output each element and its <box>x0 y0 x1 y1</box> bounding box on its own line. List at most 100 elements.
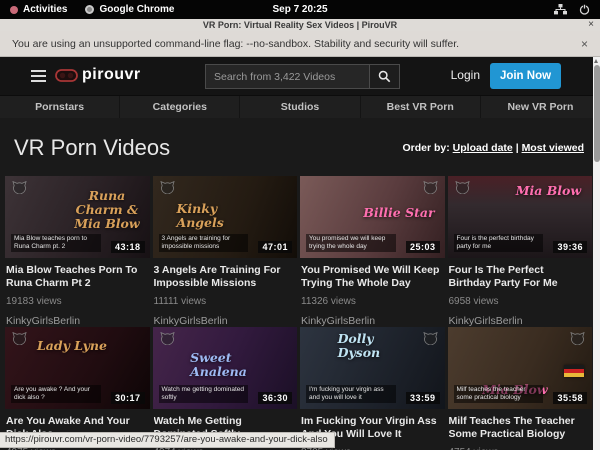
scrollbar-thumb[interactable] <box>594 65 600 162</box>
thumbnail-caption: I'm fucking your virgin ass and you will… <box>306 385 396 403</box>
video-thumbnail[interactable]: Sweet Analena Watch me getting dominated… <box>153 327 298 409</box>
video-thumbnail[interactable]: Billie Star You promised we will keep tr… <box>300 176 445 258</box>
video-title[interactable]: Milf Teaches The Teacher Some Practical … <box>449 415 590 441</box>
video-thumbnail[interactable]: Lady Lyne Are you awake ? And your dick … <box>5 327 150 409</box>
video-title[interactable]: Four Is The Perfect Birthday Party For M… <box>449 264 590 290</box>
duration-badge: 47:01 <box>258 241 292 253</box>
studio-cat-mask-icon <box>423 332 438 345</box>
window-title: VR Porn: Virtual Reality Sex Videos | Pi… <box>203 20 397 30</box>
nav-item-pornstars[interactable]: Pornstars <box>0 96 119 118</box>
video-views: 19183 views <box>6 296 150 307</box>
video-card: Billie Star You promised we will keep tr… <box>300 176 445 327</box>
video-title[interactable]: 3 Angels Are Training For Impossible Mis… <box>154 264 295 290</box>
thumbnail-overlay-title: Sweet Analena <box>190 351 265 379</box>
status-url-tooltip: https://pirouvr.com/vr-porn-video/779325… <box>0 432 335 448</box>
warning-close-icon[interactable]: × <box>581 37 588 51</box>
power-icon[interactable] <box>579 4 590 15</box>
system-top-bar: Activities Google Chrome Sep 7 20:25 <box>0 0 600 19</box>
video-views: 11326 views <box>301 296 445 307</box>
order-by-label: Order by: <box>402 142 449 154</box>
order-by-upload-date-link[interactable]: Upload date <box>453 142 513 154</box>
thumbnail-caption: Watch me getting dominated softly <box>159 385 249 403</box>
thumbnail-overlay-title: Lady Lyne <box>37 339 112 353</box>
scrollbar[interactable] <box>593 57 600 450</box>
duration-badge: 36:30 <box>258 392 292 404</box>
video-card: Runa Charm & Mia Blow Mia Blow teaches p… <box>5 176 150 327</box>
studio-cat-mask-icon <box>423 181 438 194</box>
studio-cat-mask-icon <box>160 332 175 345</box>
order-by-most-viewed-link[interactable]: Most viewed <box>522 142 584 154</box>
duration-badge: 35:58 <box>553 392 587 404</box>
video-studio-link[interactable]: KinkyGirlsBerlin <box>301 315 445 327</box>
chrome-app-menu[interactable]: Google Chrome <box>85 4 174 15</box>
nav-item-categories[interactable]: Categories <box>119 96 239 118</box>
nav-item-best-vr-porn[interactable]: Best VR Porn <box>360 96 480 118</box>
join-now-button[interactable]: Join Now <box>490 63 561 89</box>
video-thumbnail[interactable]: Dolly Dyson I'm fucking your virgin ass … <box>300 327 445 409</box>
page-viewport: pirouvr Login Join Now Pornstars Categor… <box>0 57 600 450</box>
video-thumbnail[interactable]: Mia Blow Four is the perfect birthday pa… <box>448 176 593 258</box>
thumbnail-caption: You promised we will keep trying the who… <box>306 234 396 252</box>
login-link[interactable]: Login <box>451 68 480 82</box>
vr-goggles-icon <box>55 69 78 82</box>
thumbnail-overlay-title: Billie Star <box>361 206 436 220</box>
thumbnail-caption: 3 Angels are training for impossible mis… <box>159 234 249 252</box>
warning-text: You are using an unsupported command-lin… <box>12 38 459 50</box>
scrollbar-up-arrow-icon[interactable] <box>594 59 598 63</box>
studio-cat-mask-icon <box>570 332 585 345</box>
page-heading-row: VR Porn Videos Order by: Upload date | M… <box>0 118 600 176</box>
activities-label: Activities <box>23 4 67 15</box>
order-by-separator: | <box>516 142 519 154</box>
video-thumbnail[interactable]: Mia Blow Milf teaches the teacher some p… <box>448 327 593 409</box>
warning-infobar: You are using an unsupported command-lin… <box>0 31 600 57</box>
chrome-app-label: Google Chrome <box>99 4 174 15</box>
video-card: Mia Blow Milf teaches the teacher some p… <box>448 327 593 450</box>
page-title: VR Porn Videos <box>14 135 170 161</box>
order-by-controls: Order by: Upload date | Most viewed <box>402 142 584 154</box>
german-flag-icon <box>564 365 584 377</box>
thumbnail-overlay-title: Dolly Dyson <box>338 332 413 360</box>
site-logo[interactable]: pirouvr <box>55 66 141 84</box>
video-thumbnail[interactable]: Kinky Angels 3 Angels are training for i… <box>153 176 298 258</box>
activities-dot-icon <box>10 6 18 14</box>
studio-cat-mask-icon <box>12 332 27 345</box>
duration-badge: 33:59 <box>406 392 440 404</box>
site-header: pirouvr Login Join Now <box>0 57 600 95</box>
video-studio-link[interactable]: KinkyGirlsBerlin <box>449 315 593 327</box>
thumbnail-overlay-title: Mia Blow <box>511 184 586 198</box>
hamburger-menu-icon[interactable] <box>31 70 46 85</box>
search-input[interactable] <box>205 64 369 89</box>
thumbnail-caption: Milf teaches the teacher some practical … <box>454 385 544 403</box>
duration-badge: 39:36 <box>553 241 587 253</box>
window-title-bar: VR Porn: Virtual Reality Sex Videos | Pi… <box>0 19 600 31</box>
thumbnail-overlay-title: Runa Charm & Mia Blow <box>69 189 144 231</box>
thumbnail-caption: Mia Blow teaches porn to Runa Charm pt. … <box>11 234 101 252</box>
video-card: Kinky Angels 3 Angels are training for i… <box>153 176 298 327</box>
video-views: 11111 views <box>154 296 298 307</box>
video-grid: Runa Charm & Mia Blow Mia Blow teaches p… <box>0 176 600 450</box>
video-title[interactable]: You Promised We Will Keep Trying The Who… <box>301 264 442 290</box>
search-bar <box>205 64 400 89</box>
nav-item-studios[interactable]: Studios <box>239 96 359 118</box>
studio-cat-mask-icon <box>12 181 27 194</box>
activities-button[interactable]: Activities <box>10 4 67 15</box>
video-studio-link[interactable]: KinkyGirlsBerlin <box>154 315 298 327</box>
search-icon <box>378 70 391 83</box>
video-views: 6958 views <box>449 296 593 307</box>
duration-badge: 25:03 <box>406 241 440 253</box>
studio-cat-mask-icon <box>160 181 175 194</box>
video-thumbnail[interactable]: Runa Charm & Mia Blow Mia Blow teaches p… <box>5 176 150 258</box>
window-close-icon[interactable]: × <box>588 19 594 31</box>
duration-badge: 30:17 <box>111 392 145 404</box>
logo-text: pirouvr <box>82 66 141 84</box>
video-studio-link[interactable]: KinkyGirlsBerlin <box>6 315 150 327</box>
video-title[interactable]: Mia Blow Teaches Porn To Runa Charm Pt 2 <box>6 264 147 290</box>
search-button[interactable] <box>369 64 400 89</box>
duration-badge: 43:18 <box>111 241 145 253</box>
studio-cat-mask-icon <box>455 181 470 194</box>
nav-item-new-vr-porn[interactable]: New VR Porn <box>480 96 600 118</box>
chrome-icon <box>85 5 94 14</box>
thumbnail-caption: Are you awake ? And your dick also ? <box>11 385 101 403</box>
network-icon[interactable] <box>554 4 567 15</box>
video-card: Mia Blow Four is the perfect birthday pa… <box>448 176 593 327</box>
